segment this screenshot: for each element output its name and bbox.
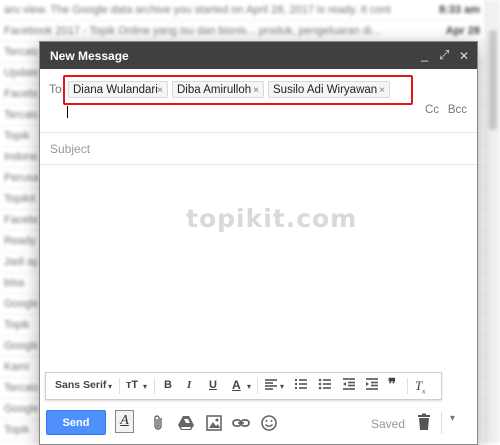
formatting-toolbar: Sans Serif ▾ тT ▾ B I U A ▾ ▾ ❞ Tx	[45, 372, 442, 400]
recipient-chip[interactable]: Diana Wulandari ×	[68, 81, 168, 98]
insert-link-icon[interactable]	[232, 414, 250, 432]
recipients-row[interactable]: To Diana Wulandari × Diba Amirulloh × Su…	[40, 70, 477, 133]
inbox-row-snippet: Google	[4, 340, 38, 352]
action-bar-divider	[441, 412, 442, 434]
italic-icon[interactable]: I	[187, 379, 191, 391]
quote-icon[interactable]: ❞	[388, 375, 396, 393]
more-options-icon[interactable]: ▾	[450, 413, 455, 424]
remove-recipient-icon[interactable]: ×	[157, 82, 163, 99]
recipient-chip[interactable]: Diba Amirulloh ×	[172, 81, 264, 98]
formatting-options-button[interactable]: A	[115, 410, 134, 433]
numbered-list-icon[interactable]	[294, 377, 308, 394]
toolbar-divider	[407, 378, 408, 394]
inbox-row-snippet: Google	[4, 403, 38, 415]
scrollbar-thumb[interactable]	[489, 30, 497, 130]
subject-input[interactable]	[48, 139, 462, 159]
align-icon[interactable]	[264, 377, 278, 394]
inbox-row-snippet: Facebook 2017 - Topik Online yang isu da…	[4, 25, 381, 37]
remove-recipient-icon[interactable]: ×	[253, 82, 259, 99]
recipients-highlight-box: Diana Wulandari × Diba Amirulloh × Susil…	[63, 75, 413, 105]
inbox-row-time: 8:33 am	[439, 4, 480, 16]
send-button[interactable]: Send	[46, 410, 106, 435]
inbox-row-snippet: Tercatat	[4, 109, 38, 121]
inbox-row-snippet: aru view. The Google data archive you st…	[4, 4, 391, 16]
cc-link[interactable]: Cc	[425, 104, 439, 116]
bold-icon[interactable]: B	[164, 379, 172, 391]
inbox-row[interactable]: Facebook 2017 - Topik Online yang isu da…	[0, 21, 500, 42]
text-color-icon[interactable]: A	[232, 378, 241, 392]
inbox-row-snippet: Topik	[4, 130, 30, 142]
discard-draft-icon[interactable]	[417, 413, 431, 436]
compose-titlebar[interactable]: New Message _ ⤢ ✕	[40, 42, 477, 69]
inbox-row-snippet: bisa	[4, 277, 25, 289]
message-body[interactable]: topikit.com	[40, 165, 477, 370]
chevron-down-icon[interactable]: ▾	[247, 382, 251, 391]
popout-icon[interactable]: ⤢	[439, 47, 449, 63]
recipient-name: Diba Amirulloh	[177, 84, 252, 96]
recipient-name: Diana Wulandari	[73, 84, 158, 96]
chevron-down-icon[interactable]: ▾	[143, 382, 147, 391]
inbox-row-snippet: Perusahaan	[4, 172, 38, 184]
bcc-link[interactable]: Bcc	[448, 104, 467, 116]
attach-file-icon[interactable]	[150, 414, 168, 432]
insert-photo-icon[interactable]	[205, 414, 223, 432]
inbox-row-snippet: Ready	[4, 235, 36, 247]
inbox-row-snippet: Tercatat	[4, 46, 38, 58]
indent-less-icon[interactable]	[342, 377, 356, 394]
clear-formatting-icon[interactable]: Tx	[415, 378, 425, 396]
inbox-row-snippet: Indonesia	[4, 151, 38, 163]
inbox-scrollbar[interactable]	[485, 0, 500, 443]
compose-window: New Message _ ⤢ ✕ To Diana Wulandari × D…	[39, 41, 478, 445]
toolbar-divider	[257, 378, 258, 394]
indent-more-icon[interactable]	[365, 377, 379, 394]
close-icon[interactable]: ✕	[459, 49, 469, 63]
drive-icon[interactable]	[177, 414, 195, 432]
compose-action-bar: Send A Saved ▾	[40, 407, 477, 439]
underline-icon[interactable]: U	[209, 379, 217, 391]
inbox-row-snippet: Topik	[4, 319, 30, 331]
inbox-row-snippet: Topikit	[4, 193, 36, 205]
font-size-icon[interactable]: тT	[126, 379, 138, 391]
text-cursor	[67, 106, 68, 118]
watermark: topikit.com	[186, 204, 358, 233]
inbox-row-snippet: Google	[4, 298, 38, 310]
inbox-row-snippet: Kami	[4, 361, 30, 373]
remove-recipient-icon[interactable]: ×	[379, 82, 385, 99]
emoji-icon[interactable]	[260, 414, 278, 432]
chevron-down-icon[interactable]: ▾	[108, 382, 112, 391]
minimize-icon[interactable]: _	[421, 47, 428, 62]
to-label[interactable]: To	[49, 82, 62, 96]
toolbar-divider	[154, 378, 155, 394]
font-family-select[interactable]: Sans Serif	[55, 379, 106, 391]
toolbar-divider	[119, 378, 120, 394]
inbox-row[interactable]: aru view. The Google data archive you st…	[0, 0, 500, 21]
recipient-chip[interactable]: Susilo Adi Wiryawan ×	[268, 81, 390, 98]
recipient-name: Susilo Adi Wiryawan	[273, 84, 378, 96]
compose-title: New Message	[50, 49, 129, 63]
inbox-row-snippet: Tercatat	[4, 382, 38, 394]
inbox-row-snippet: Update	[4, 67, 38, 79]
inbox-row-snippet: Jadi apa	[4, 256, 38, 268]
saved-status: Saved	[371, 417, 406, 431]
bulleted-list-icon[interactable]	[318, 377, 332, 394]
inbox-row-time: Apr 28	[445, 25, 480, 37]
subject-row	[40, 132, 477, 165]
inbox-row-snippet: Topik	[4, 424, 30, 436]
inbox-row-snippet: Facebook	[4, 214, 38, 226]
inbox-row-snippet: Facebook	[4, 88, 38, 100]
chevron-down-icon[interactable]: ▾	[280, 382, 284, 391]
